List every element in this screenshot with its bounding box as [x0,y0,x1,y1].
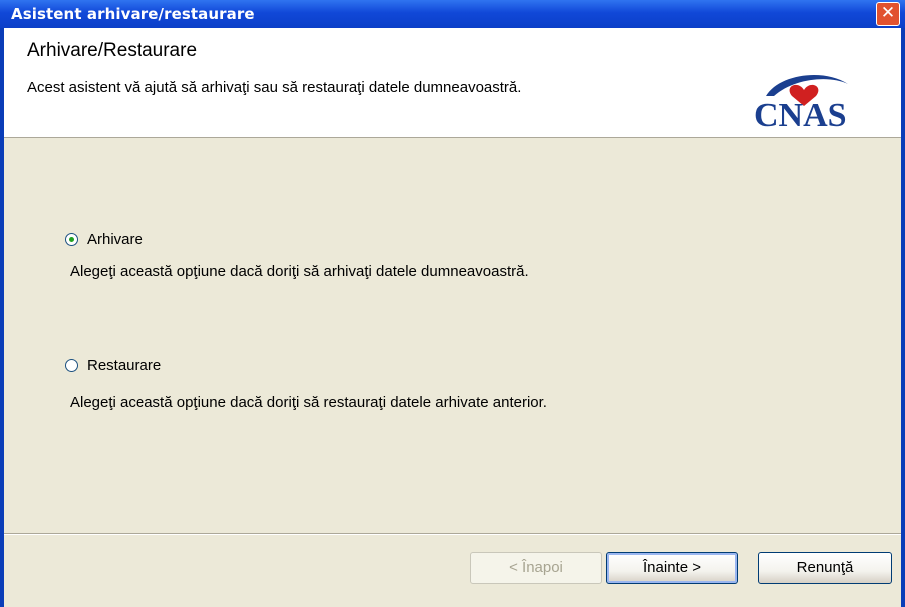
option-restaurare-label[interactable]: Restaurare [87,357,161,374]
wizard-client-area: Arhivare/Restaurare Acest asistent vă aj… [4,28,901,607]
next-button[interactable]: Înainte > [606,552,738,584]
page-title: Arhivare/Restaurare [27,40,198,61]
cnas-logo: CNAS [754,74,848,132]
title-bar[interactable]: Asistent arhivare/restaurare ✕ [0,0,905,28]
option-arhivare[interactable]: Arhivare [65,231,143,248]
window-title: Asistent arhivare/restaurare [11,5,255,23]
close-button[interactable]: ✕ [876,2,900,26]
radio-restaurare[interactable] [65,359,78,372]
wizard-header: Arhivare/Restaurare Acest asistent vă aj… [4,28,901,138]
wizard-window: Asistent arhivare/restaurare ✕ Arhivare/… [0,0,905,607]
close-icon: ✕ [880,3,896,23]
option-restaurare-description: Alegeţi această opţiune dacă doriţi să r… [70,394,547,411]
option-arhivare-label[interactable]: Arhivare [87,231,143,248]
cnas-logo-text: CNAS [754,97,847,132]
option-arhivare-description: Alegeţi această opţiune dacă doriţi să a… [70,263,529,280]
page-subtitle: Acest asistent vă ajută să arhivaţi sau … [27,79,522,96]
cancel-button[interactable]: Renunţă [758,552,892,584]
back-button[interactable]: < Înapoi [470,552,602,584]
footer-divider [4,533,901,535]
option-restaurare[interactable]: Restaurare [65,357,161,374]
radio-arhivare[interactable] [65,233,78,246]
